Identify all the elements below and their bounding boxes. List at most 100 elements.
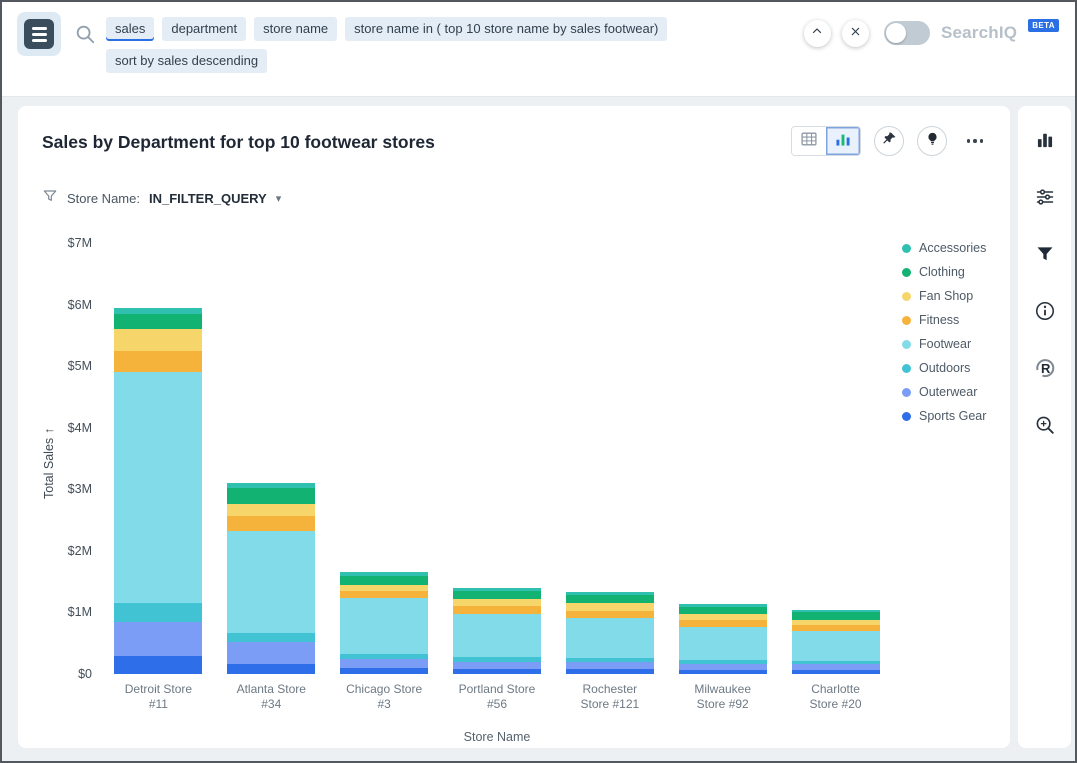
bar-segment[interactable] xyxy=(340,659,428,668)
bar-segment[interactable] xyxy=(114,603,202,622)
bar-segment[interactable] xyxy=(114,329,202,351)
bar-segment[interactable] xyxy=(792,612,880,619)
filter-value[interactable]: IN_FILTER_QUERY xyxy=(149,191,267,206)
search-token-row: sales department store name store name in (… xyxy=(106,17,746,41)
chevron-down-icon[interactable]: ▾ xyxy=(276,192,282,205)
sidebar-r-analysis-button[interactable]: R xyxy=(1026,351,1064,389)
bar-atlanta-store-34[interactable] xyxy=(227,483,315,674)
bar-detroit-store-11[interactable] xyxy=(114,308,202,674)
pin-button[interactable] xyxy=(874,126,904,156)
bar-segment[interactable] xyxy=(566,603,654,610)
legend-label: Sports Gear xyxy=(919,409,986,423)
searchiq-toggle[interactable] xyxy=(884,21,930,45)
legend-item[interactable]: Clothing xyxy=(902,260,986,284)
bar-segment[interactable] xyxy=(566,611,654,618)
chart-view-button[interactable] xyxy=(826,127,860,155)
pin-icon xyxy=(882,131,897,151)
sidebar-spotiq-button[interactable] xyxy=(1026,408,1064,446)
clear-search-button[interactable] xyxy=(842,20,869,47)
bar-segment[interactable] xyxy=(114,314,202,329)
bar-rochester-store-121[interactable] xyxy=(566,592,654,674)
bar-segment[interactable] xyxy=(227,488,315,503)
legend-dot xyxy=(902,244,911,253)
bar-portland-store-56[interactable] xyxy=(453,588,541,674)
bar-segment[interactable] xyxy=(340,668,428,674)
search-token[interactable]: sales xyxy=(106,17,154,41)
search-bar: sales department store name store name in (… xyxy=(2,2,1075,97)
chart-type-icon xyxy=(1035,130,1055,155)
legend-item[interactable]: Accessories xyxy=(902,236,986,260)
bar-segment[interactable] xyxy=(453,662,541,669)
insights-button[interactable] xyxy=(917,126,947,156)
search-token-rows: sales department store name store name in (… xyxy=(106,17,746,73)
sidebar-chart-config-button[interactable] xyxy=(1026,180,1064,218)
bar-segment[interactable] xyxy=(453,599,541,606)
y-tick-label: $3M xyxy=(68,481,92,497)
search-token[interactable]: department xyxy=(162,17,246,41)
bar-segment[interactable] xyxy=(792,631,880,661)
bar-segment[interactable] xyxy=(566,618,654,658)
legend-item[interactable]: Fitness xyxy=(902,308,986,332)
bar-segment[interactable] xyxy=(227,504,315,516)
bar-segment[interactable] xyxy=(340,591,428,598)
funnel-icon xyxy=(1035,244,1055,269)
bar-segment[interactable] xyxy=(792,670,880,674)
bar-segment[interactable] xyxy=(227,664,315,675)
app-window: sales department store name store name in (… xyxy=(0,0,1077,763)
legend-label: Footwear xyxy=(919,337,971,351)
bar-segment[interactable] xyxy=(679,607,767,614)
bar-segment[interactable] xyxy=(566,595,654,603)
search-token[interactable]: store name in ( top 10 store name by sal… xyxy=(345,17,667,41)
bar-segment[interactable] xyxy=(566,662,654,669)
bar-segment[interactable] xyxy=(227,633,315,642)
bar-segment[interactable] xyxy=(227,531,315,633)
chevron-up-icon xyxy=(811,24,823,42)
x-category-label: Atlanta Store#34 xyxy=(215,682,328,712)
search-token[interactable]: sort by sales descending xyxy=(106,49,267,73)
bar-segment[interactable] xyxy=(114,656,202,675)
search-token-row: sort by sales descending xyxy=(106,49,746,73)
bar-segment[interactable] xyxy=(453,614,541,657)
x-category-label: MilwaukeeStore #92 xyxy=(666,682,779,712)
collapse-search-button[interactable] xyxy=(804,20,831,47)
sidebar-details-button[interactable] xyxy=(1026,294,1064,332)
bar-chicago-store-3[interactable] xyxy=(340,572,428,674)
legend-dot xyxy=(902,292,911,301)
bar-segment[interactable] xyxy=(453,606,541,614)
bar-milwaukee-store-92[interactable] xyxy=(679,604,767,674)
search-token[interactable]: store name xyxy=(254,17,337,41)
bar-segment[interactable] xyxy=(566,669,654,674)
more-options-button[interactable] xyxy=(960,126,990,156)
bar-segment[interactable] xyxy=(340,576,428,585)
legend-item[interactable]: Sports Gear xyxy=(902,404,986,428)
legend-item[interactable]: Fan Shop xyxy=(902,284,986,308)
data-source-button[interactable] xyxy=(17,12,61,56)
bar-segment[interactable] xyxy=(679,627,767,661)
filter-label: Store Name: xyxy=(67,191,140,206)
beta-badge: BETA xyxy=(1028,19,1059,32)
bar-segment[interactable] xyxy=(227,642,315,664)
legend-item[interactable]: Outerwear xyxy=(902,380,986,404)
bar-segment[interactable] xyxy=(453,669,541,674)
bar-segment[interactable] xyxy=(453,591,541,599)
sidebar-chart-type-button[interactable] xyxy=(1026,123,1064,161)
table-view-button[interactable] xyxy=(792,127,826,155)
bar-segment[interactable] xyxy=(114,351,202,373)
bar-segment[interactable] xyxy=(679,670,767,674)
bar-charlotte-store-20[interactable] xyxy=(792,610,880,674)
x-axis-title: Store Name xyxy=(102,730,892,744)
y-tick-label: $2M xyxy=(68,543,92,559)
bar-segment[interactable] xyxy=(340,598,428,653)
svg-text:R: R xyxy=(1041,361,1051,376)
bar-segment[interactable] xyxy=(114,372,202,603)
legend-item[interactable]: Outdoors xyxy=(902,356,986,380)
search-controls: SearchIQ BETA xyxy=(804,18,1059,48)
bar-segment[interactable] xyxy=(227,516,315,531)
plot-area xyxy=(102,243,892,674)
lightbulb-icon xyxy=(925,131,940,151)
bar-segment[interactable] xyxy=(114,622,202,656)
filter-row: Store Name: IN_FILTER_QUERY ▾ xyxy=(42,188,281,209)
close-icon xyxy=(850,24,861,42)
sidebar-filters-button[interactable] xyxy=(1026,237,1064,275)
legend-item[interactable]: Footwear xyxy=(902,332,986,356)
